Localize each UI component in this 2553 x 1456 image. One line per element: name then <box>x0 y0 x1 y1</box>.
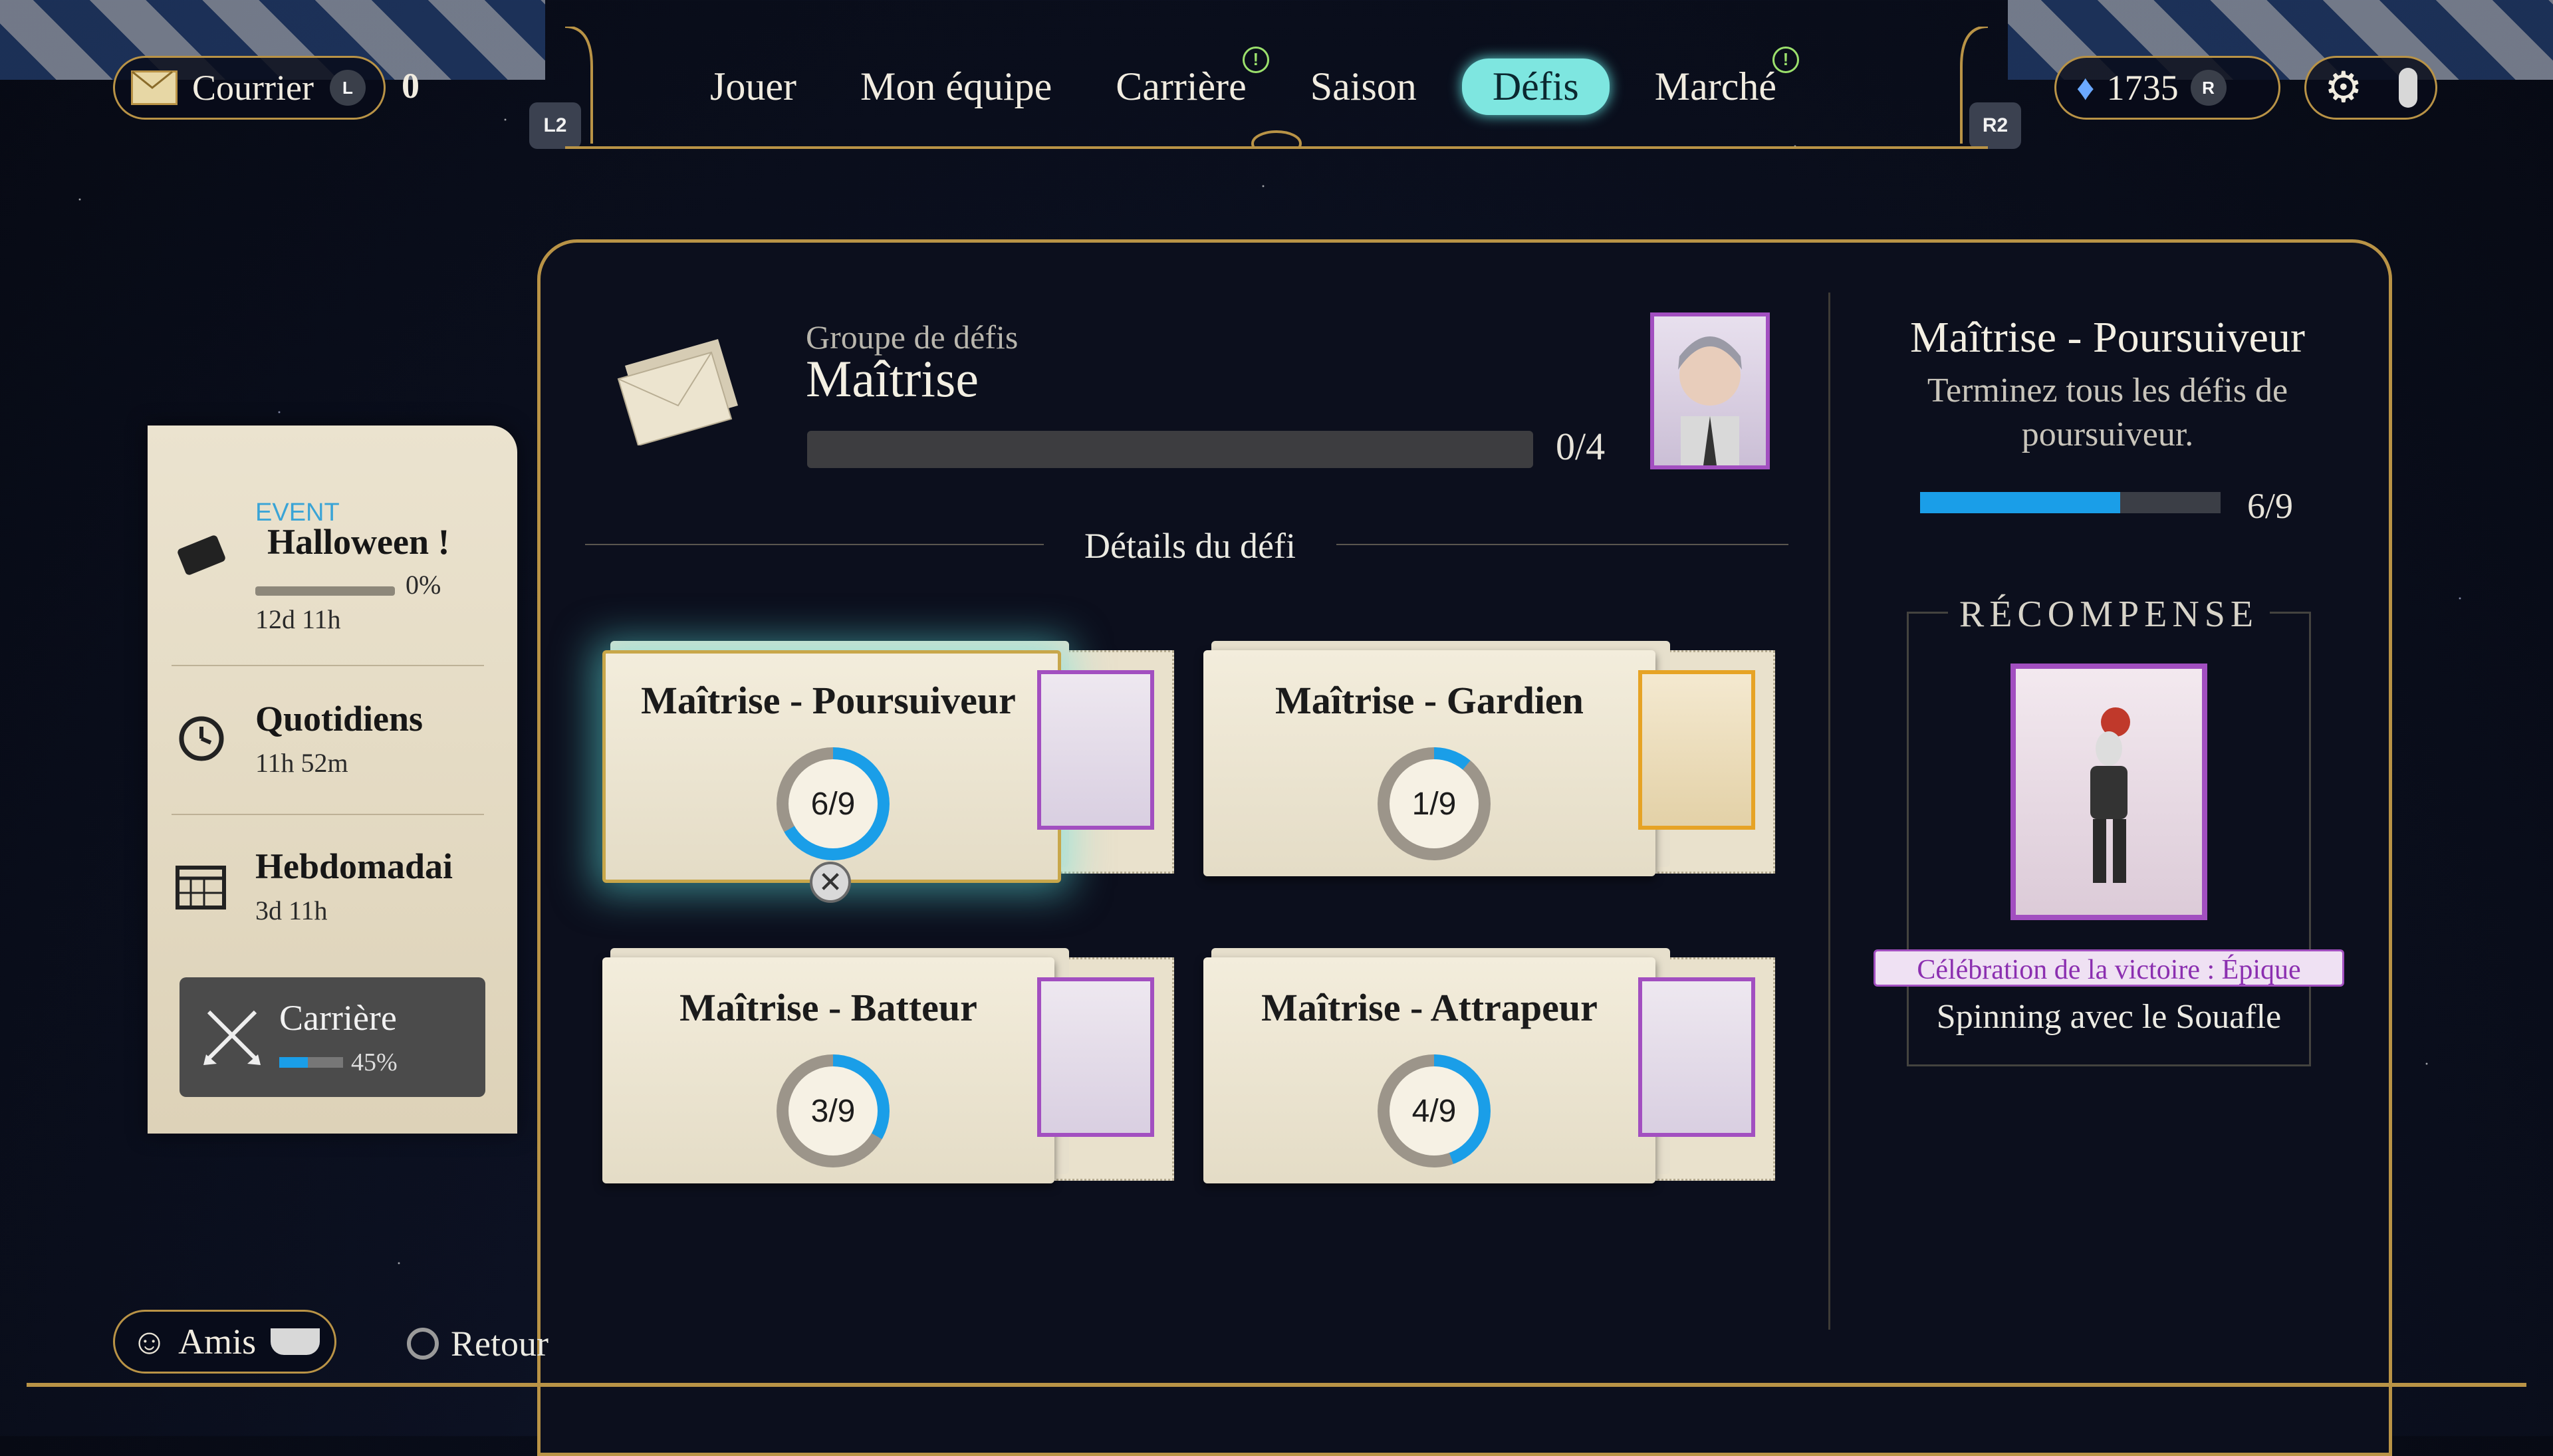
player-thumbnail <box>1037 670 1154 830</box>
currency-display[interactable]: ♦ 1735 R <box>2054 56 2280 120</box>
progress-count: 6/9 <box>789 759 878 848</box>
mail-count: 0 <box>402 66 420 106</box>
divider <box>172 814 484 815</box>
card-title: Maîtrise - Poursuiveur <box>641 679 1016 722</box>
daily-clock-icon <box>172 709 231 769</box>
player-thumbnail <box>1037 977 1154 1137</box>
tab-saison[interactable]: Saison <box>1292 64 1435 110</box>
detail-title: Maîtrise - Poursuiveur <box>1910 313 2305 362</box>
challenge-card-attrapeur[interactable]: Maîtrise - Attrapeur 4/9 <box>1203 948 1775 1183</box>
alert-icon: ! <box>1242 46 1269 73</box>
tab-carriere[interactable]: Carrière! <box>1097 46 1269 110</box>
challenge-card-gardien[interactable]: Maîtrise - Gardien 1/9 <box>1203 641 1775 876</box>
challenge-card-batteur[interactable]: Maîtrise - Batteur 3/9 <box>602 948 1174 1183</box>
sidebar-item-label: Carrière <box>279 998 397 1038</box>
gear-icon: ⚙ <box>2324 64 2363 111</box>
detail-progress-count: 6/9 <box>2247 486 2294 526</box>
progress-bar <box>255 586 395 596</box>
circle-button-icon <box>407 1328 439 1360</box>
bottom-frame <box>27 1383 2526 1387</box>
ticket-icon <box>172 525 231 585</box>
card-title: Maîtrise - Attrapeur <box>1261 986 1598 1029</box>
l2-trigger-button[interactable]: L2 <box>529 102 581 149</box>
progress-ring: 6/9 <box>777 747 890 860</box>
sidebar-item-hebdomadaire[interactable]: Hebdomadai 3d 11h <box>172 839 484 952</box>
back-label: Retour <box>451 1324 548 1364</box>
tab-marche[interactable]: Marché! <box>1636 46 1800 110</box>
reward-name: Spinning avec le Souafle <box>1936 998 2282 1036</box>
sidebar-item-halloween[interactable]: EVENT Halloween ! 0% 12d 11h <box>172 499 484 634</box>
reward-rarity-badge: Célébration de la victoire : Épique <box>1874 949 2344 987</box>
halloween-progress: 0% <box>255 569 441 600</box>
back-button[interactable]: Retour <box>407 1323 548 1364</box>
details-title: Détails du défi <box>1084 526 1296 566</box>
touchpad-icon <box>271 1328 320 1355</box>
mail-label: Courrier <box>192 68 314 108</box>
alert-icon: ! <box>1772 46 1800 73</box>
sidebar-item-carriere[interactable]: Carrière 45% <box>180 977 485 1097</box>
progress-ring: 4/9 <box>1378 1054 1491 1167</box>
r2-trigger-button[interactable]: R2 <box>1969 102 2021 149</box>
crystal-icon: ♦ <box>2076 68 2095 108</box>
time-remaining: 11h 52m <box>255 748 348 778</box>
group-title: Maîtrise <box>806 350 979 408</box>
coach-portrait <box>1650 312 1770 469</box>
progress-count: 1/9 <box>1390 759 1479 848</box>
progress-percent: 0% <box>406 570 441 600</box>
reward-heading: RÉCOMPENSE <box>1948 593 2270 636</box>
divider <box>585 544 1044 545</box>
player-figure-icon <box>2090 707 2130 883</box>
player-thumbnail <box>1638 670 1755 830</box>
envelope-stack-icon <box>605 326 751 447</box>
divider <box>172 665 484 666</box>
time-remaining: 12d 11h <box>255 604 341 634</box>
sidebar-item-label: Quotidiens <box>255 699 424 739</box>
r-stick-badge: R <box>2190 70 2227 106</box>
card-title: Maîtrise - Batteur <box>679 986 977 1029</box>
progress-bar <box>279 1057 343 1068</box>
tab-defis[interactable]: Défis <box>1461 58 1610 115</box>
tab-jouer[interactable]: Jouer <box>691 64 815 110</box>
challenge-card-poursuiveur[interactable]: Maîtrise - Poursuiveur 6/9 <box>602 641 1174 883</box>
progress-percent: 45% <box>351 1048 398 1076</box>
group-progress-count: 0/4 <box>1556 425 1606 468</box>
crossed-brooms-icon <box>202 1005 262 1065</box>
tab-mon-equipe[interactable]: Mon équipe <box>842 64 1070 110</box>
l-stick-badge: L <box>329 70 366 106</box>
envelope-icon <box>131 70 178 105</box>
sidebar-item-label: Halloween ! <box>267 522 450 562</box>
challenge-categories-sidebar: EVENT Halloween ! 0% 12d 11h Quotidiens … <box>148 425 517 1134</box>
friends-button[interactable]: ☺ Amis <box>113 1310 336 1374</box>
progress-count: 4/9 <box>1390 1066 1479 1155</box>
sidebar-item-quotidiens[interactable]: Quotidiens 11h 52m <box>172 691 484 804</box>
detail-description: Terminez tous les défis de poursuiveur. <box>1927 372 2288 453</box>
progress-ring: 1/9 <box>1378 747 1491 860</box>
friends-icon: ☺ <box>131 1322 168 1362</box>
career-progress: 45% <box>279 1048 398 1077</box>
group-progress-bar <box>807 431 1533 468</box>
main-nav: Jouer Mon équipe Carrière! Saison Défis … <box>691 46 1888 126</box>
detail-progress-bar <box>1920 492 2221 513</box>
divider <box>1336 544 1788 545</box>
progress-ring: 3/9 <box>777 1054 890 1167</box>
player-thumbnail <box>1638 977 1755 1137</box>
sidebar-item-label: Hebdomadai <box>255 846 453 886</box>
reward-card[interactable] <box>2010 664 2207 920</box>
touchpad-icon <box>2398 68 2417 108</box>
card-title: Maîtrise - Gardien <box>1275 679 1584 722</box>
time-remaining: 3d 11h <box>255 896 328 925</box>
progress-count: 3/9 <box>789 1066 878 1155</box>
settings-button[interactable]: ⚙ <box>2304 56 2437 120</box>
friends-label: Amis <box>178 1322 257 1362</box>
currency-value: 1735 <box>2106 68 2179 108</box>
panel-divider <box>1828 293 1830 1330</box>
cross-button-icon[interactable]: ✕ <box>810 862 851 903</box>
mail-button[interactable]: Courrier L <box>113 56 386 120</box>
calendar-icon <box>172 856 231 916</box>
